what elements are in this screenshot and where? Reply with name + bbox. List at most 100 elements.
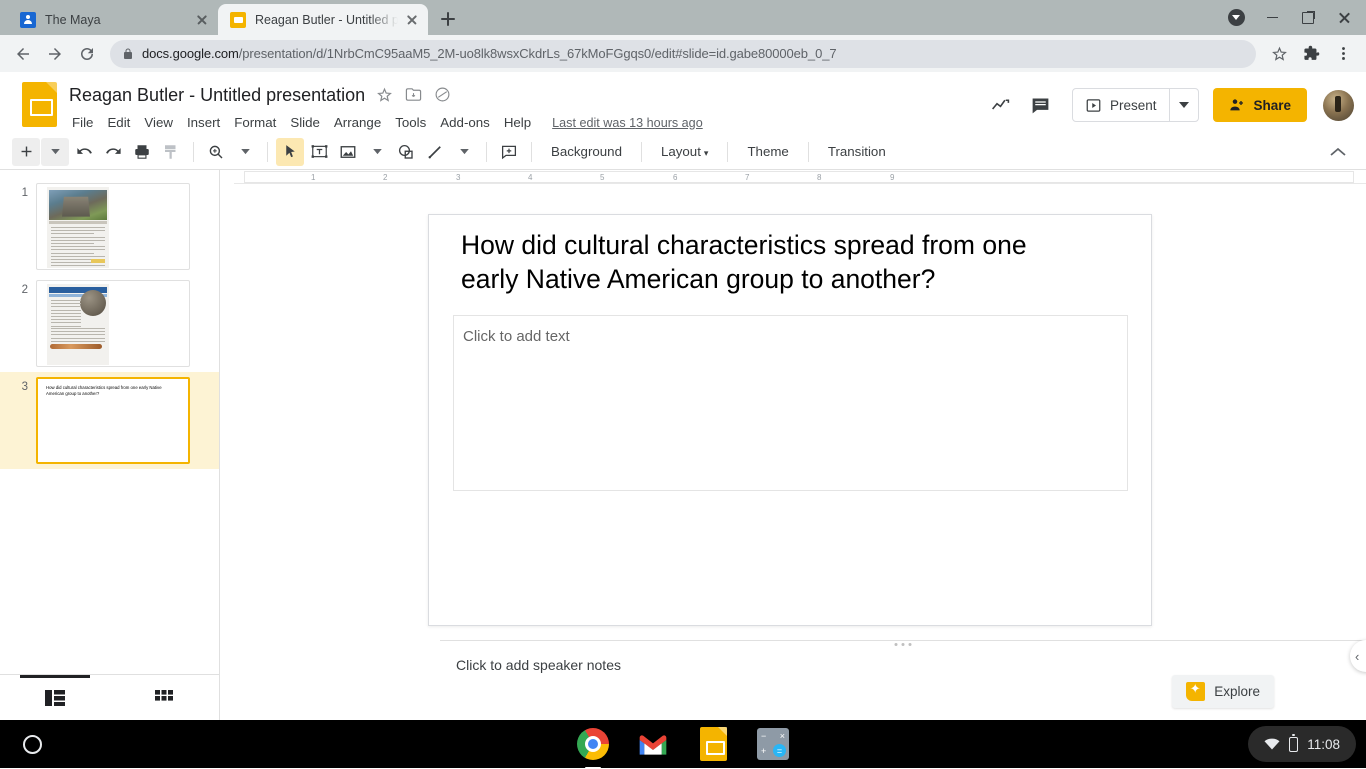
minimize-icon[interactable]	[1254, 2, 1290, 34]
last-edit-status[interactable]: Last edit was 13 hours ago	[552, 116, 703, 130]
insert-image-button[interactable]	[334, 138, 362, 166]
ruler-mark: 9	[890, 173, 894, 182]
browser-tab-presentation[interactable]: Reagan Butler - Untitled presenta	[218, 4, 428, 35]
chevron-up-icon[interactable]	[1324, 138, 1352, 166]
wifi-icon	[1264, 738, 1280, 750]
slide-thumbnail-1[interactable]: 1	[0, 178, 219, 275]
profile-icon[interactable]	[1218, 2, 1254, 34]
star-icon[interactable]	[1264, 39, 1294, 69]
transition-button[interactable]: Transition	[817, 139, 897, 164]
shape-button[interactable]	[392, 138, 420, 166]
menu-arrange[interactable]: Arrange	[327, 112, 388, 133]
cloud-status-icon[interactable]	[434, 86, 452, 104]
background-button[interactable]: Background	[540, 139, 633, 164]
divider	[193, 142, 194, 162]
share-label: Share	[1253, 98, 1291, 113]
redo-button[interactable]	[99, 138, 127, 166]
lock-icon	[122, 47, 134, 61]
new-slide-button[interactable]	[12, 138, 40, 166]
theme-button[interactable]: Theme	[736, 139, 799, 164]
activity-chart-icon[interactable]	[984, 88, 1018, 122]
thumbnail-preview	[36, 183, 190, 270]
filmstrip-view-button[interactable]	[0, 675, 110, 721]
close-icon[interactable]	[194, 12, 210, 28]
calculator-app-icon[interactable]: − × + =	[755, 726, 791, 762]
text-box-button[interactable]	[305, 138, 333, 166]
star-icon[interactable]	[376, 86, 394, 104]
slide-thumbnail-3[interactable]: 3 How did cultural characteristics sprea…	[0, 372, 219, 469]
menu-slide[interactable]: Slide	[283, 112, 327, 133]
undo-button[interactable]	[70, 138, 98, 166]
present-button[interactable]: Present	[1073, 89, 1170, 121]
browser-tab-the-maya[interactable]: The Maya	[8, 4, 218, 35]
menu-insert[interactable]: Insert	[180, 112, 227, 133]
slide-title-placeholder[interactable]: How did cultural characteristics spread …	[461, 228, 1081, 296]
reload-icon[interactable]	[72, 39, 102, 69]
horizontal-ruler[interactable]: 1 2 3 4 5 6 7 8 9	[234, 170, 1366, 184]
editor-toolbar: Background Layout▾ Theme Transition	[0, 134, 1366, 170]
insert-image-dropdown[interactable]	[363, 138, 391, 166]
slide-body-placeholder[interactable]: Click to add text	[453, 315, 1128, 491]
menu-view[interactable]: View	[137, 112, 180, 133]
slide-number: 3	[0, 377, 28, 393]
menu-help[interactable]: Help	[497, 112, 538, 133]
thumbnail-title-text: How did cultural characteristics spread …	[38, 379, 188, 403]
notes-resize-handle[interactable]	[895, 643, 912, 646]
share-button[interactable]: Share	[1213, 88, 1307, 122]
ruler-mark: 7	[745, 173, 749, 182]
maximize-icon[interactable]	[1290, 2, 1326, 34]
comment-icon[interactable]	[1024, 88, 1058, 122]
three-dot-menu-icon[interactable]	[1328, 39, 1358, 69]
menu-file[interactable]: File	[65, 112, 100, 133]
print-button[interactable]	[128, 138, 156, 166]
chrome-app-icon[interactable]	[575, 726, 611, 762]
present-dropdown[interactable]	[1170, 89, 1198, 121]
launcher-icon[interactable]	[10, 722, 54, 766]
present-button-group: Present	[1072, 88, 1200, 122]
menu-edit[interactable]: Edit	[100, 112, 137, 133]
back-icon[interactable]	[8, 39, 38, 69]
tab-title: The Maya	[45, 13, 188, 27]
google-slides-logo[interactable]	[22, 82, 57, 127]
layout-button[interactable]: Layout▾	[650, 139, 719, 164]
slide-thumbnail-2[interactable]: 2	[0, 275, 219, 372]
close-icon[interactable]	[404, 12, 420, 28]
chevron-down-icon	[1179, 102, 1189, 109]
new-slide-dropdown[interactable]	[41, 138, 69, 166]
puzzle-icon[interactable]	[1296, 39, 1326, 69]
address-bar[interactable]: docs.google.com/presentation/d/1NrbCmC95…	[110, 40, 1256, 68]
speaker-notes-panel[interactable]: Click to add speaker notes Explore ‹	[440, 640, 1366, 720]
add-comment-button[interactable]	[495, 138, 523, 166]
ruler-mark: 8	[817, 173, 821, 182]
move-to-folder-icon[interactable]	[405, 86, 423, 104]
divider	[727, 142, 728, 162]
avatar[interactable]	[1323, 90, 1354, 121]
page-title[interactable]: Reagan Butler - Untitled presentation	[69, 85, 365, 106]
thumbnail-preview: How did cultural characteristics spread …	[36, 377, 190, 464]
menu-add-ons[interactable]: Add-ons	[433, 112, 497, 133]
chrome-browser-window: The Maya Reagan Butler - Untitled presen…	[0, 0, 1366, 720]
explore-label: Explore	[1214, 684, 1260, 699]
slide-number: 1	[0, 183, 28, 199]
system-tray[interactable]: 11:08	[1248, 726, 1356, 762]
grid-view-button[interactable]	[110, 675, 220, 721]
forward-icon[interactable]	[40, 39, 70, 69]
explore-button[interactable]: Explore	[1172, 675, 1274, 708]
slide-filmstrip[interactable]: 1 2	[0, 170, 220, 720]
person-add-icon	[1229, 97, 1245, 113]
close-icon[interactable]	[1326, 2, 1362, 34]
play-icon	[1086, 98, 1101, 113]
zoom-button[interactable]	[202, 138, 230, 166]
paint-format-button[interactable]	[157, 138, 185, 166]
menu-format[interactable]: Format	[227, 112, 283, 133]
slides-app-icon[interactable]	[695, 726, 731, 762]
google-slides-app: Reagan Butler - Untitled presentation Fi…	[0, 72, 1366, 720]
new-tab-button[interactable]	[434, 5, 462, 33]
line-dropdown[interactable]	[450, 138, 478, 166]
gmail-app-icon[interactable]	[635, 726, 671, 762]
line-button[interactable]	[421, 138, 449, 166]
select-tool-button[interactable]	[276, 138, 304, 166]
menu-tools[interactable]: Tools	[388, 112, 433, 133]
zoom-dropdown[interactable]	[231, 138, 259, 166]
current-slide[interactable]: How did cultural characteristics spread …	[428, 214, 1152, 626]
